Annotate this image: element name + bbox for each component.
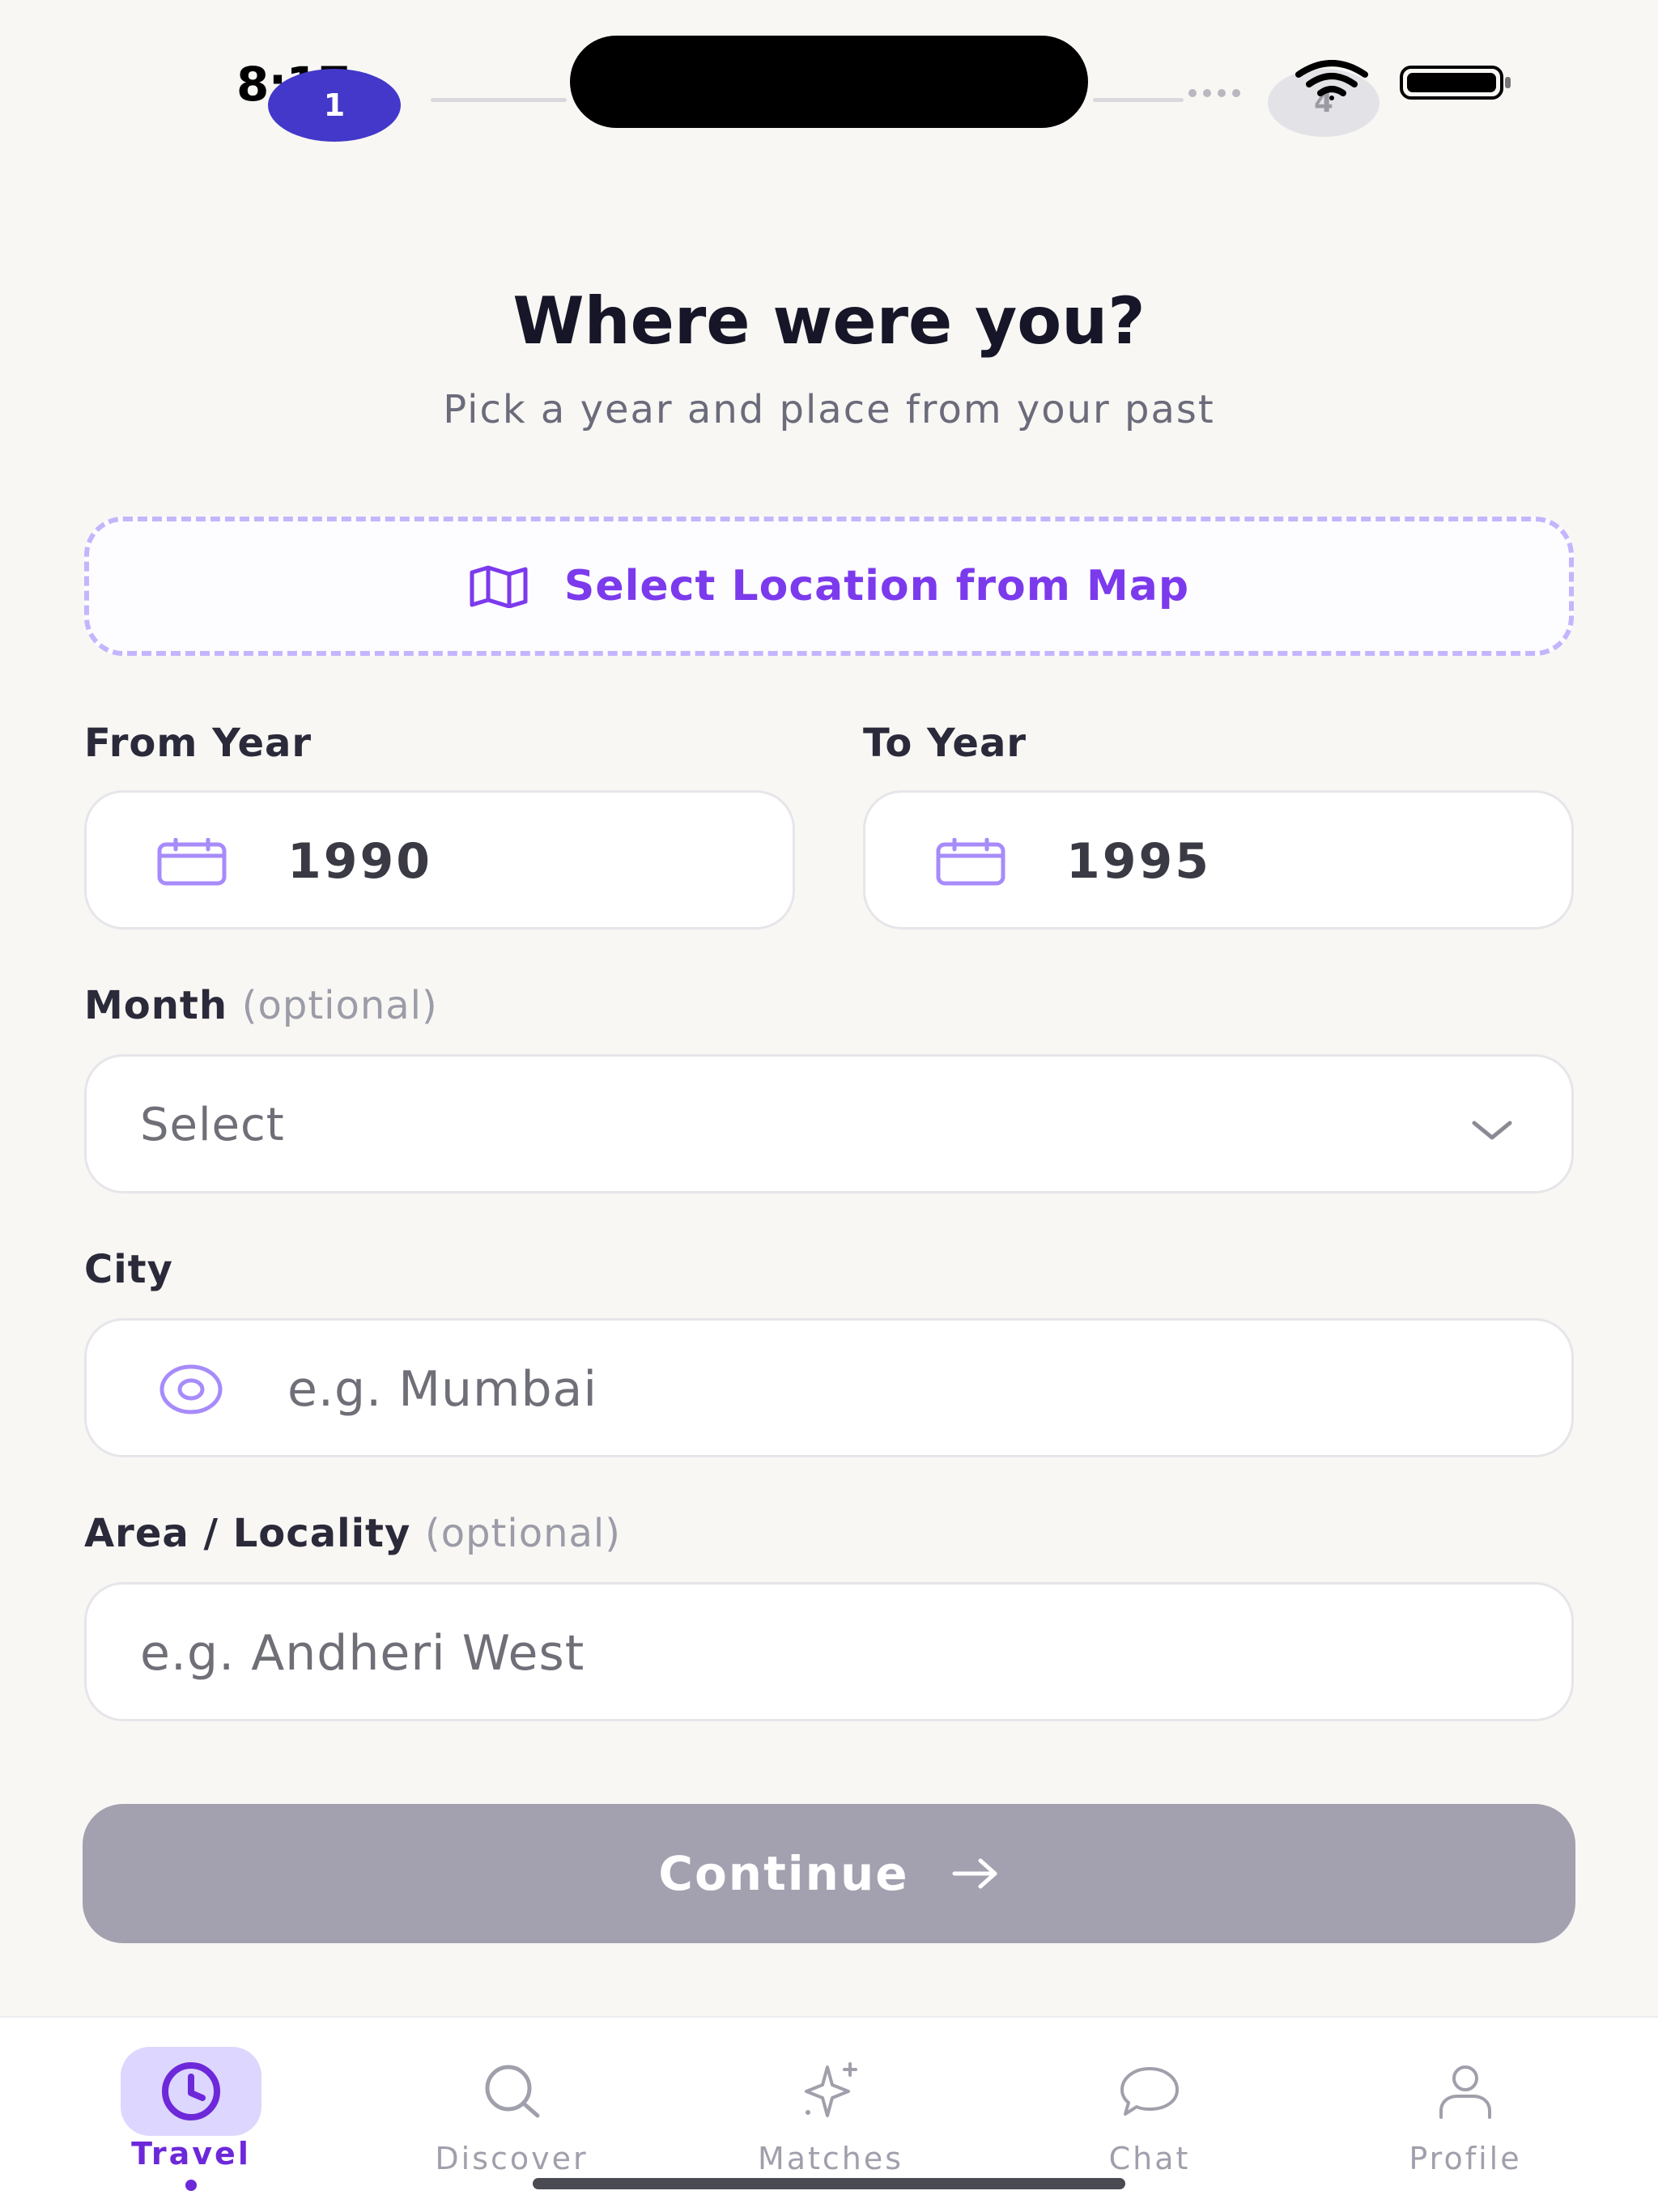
tab-chat-icon-wrap (1079, 2047, 1220, 2136)
from-year-field[interactable]: 1990 (84, 790, 795, 929)
battery-icon (1400, 66, 1511, 100)
tab-profile-icon-wrap (1395, 2047, 1536, 2136)
area-optional-note: (optional) (424, 1511, 621, 1556)
from-year-label: From Year (84, 721, 312, 766)
wifi-icon (1295, 60, 1368, 100)
select-location-map-button[interactable]: Select Location from Map (84, 517, 1574, 656)
month-optional-note: (optional) (241, 983, 438, 1028)
sparkles-icon (805, 2062, 857, 2117)
tab-chat-label: Chat (1108, 2141, 1191, 2176)
calendar-icon (157, 838, 227, 886)
tab-discover-icon-wrap (441, 2047, 582, 2136)
tab-discover-label: Discover (435, 2141, 589, 2176)
area-placeholder: e.g. Andheri West (140, 1625, 585, 1682)
tab-matches-label: Matches (757, 2141, 904, 2176)
month-select-value: Select (140, 1099, 285, 1151)
page-title: Where were you? (512, 283, 1146, 359)
user-icon (1439, 2065, 1491, 2119)
area-label: Area / Locality (optional) (84, 1511, 621, 1556)
search-icon (485, 2065, 540, 2118)
continue-button[interactable]: Continue (83, 1804, 1575, 1943)
tab-travel-label: Travel (131, 2136, 251, 2172)
city-placeholder: e.g. Mumbai (287, 1361, 597, 1418)
tab-matches-icon-wrap (760, 2047, 901, 2136)
location-pin-icon (159, 1364, 223, 1414)
to-year-label: To Year (863, 721, 1027, 766)
from-year-value: 1990 (287, 833, 432, 890)
city-label: City (84, 1247, 173, 1292)
to-year-value: 1995 (1066, 833, 1211, 890)
tab-active-indicator (185, 2180, 197, 2191)
arrow-right-icon (952, 1858, 997, 1889)
home-indicator (533, 2178, 1125, 2189)
map-icon (470, 565, 528, 608)
month-label: Month (optional) (84, 983, 438, 1028)
tab-profile[interactable]: Profile (1303, 2018, 1627, 2212)
month-label-text: Month (84, 983, 228, 1028)
chevron-down-icon (1472, 1121, 1512, 1140)
to-year-field[interactable]: 1995 (863, 790, 1574, 929)
step-progress-line (1093, 98, 1184, 102)
step-indicator-current: 1 (268, 69, 401, 142)
dynamic-island (570, 36, 1088, 128)
area-label-text: Area / Locality (84, 1511, 411, 1556)
tab-profile-label: Profile (1409, 2141, 1522, 2176)
page-subtitle: Pick a year and place from your past (443, 387, 1215, 432)
select-location-map-label: Select Location from Map (563, 562, 1190, 610)
step-progress-line (431, 98, 567, 102)
calendar-icon (936, 838, 1005, 886)
city-input[interactable]: e.g. Mumbai (84, 1318, 1574, 1457)
tab-travel[interactable]: Travel (29, 2018, 353, 2212)
area-input[interactable]: e.g. Andheri West (84, 1582, 1574, 1721)
continue-label: Continue (658, 1846, 909, 1901)
chat-bubble-icon (1120, 2067, 1179, 2116)
tab-travel-icon-wrap (121, 2047, 261, 2136)
step-progress-dots (1188, 89, 1240, 97)
clock-icon (162, 2062, 220, 2121)
month-select[interactable]: Select (84, 1054, 1574, 1193)
